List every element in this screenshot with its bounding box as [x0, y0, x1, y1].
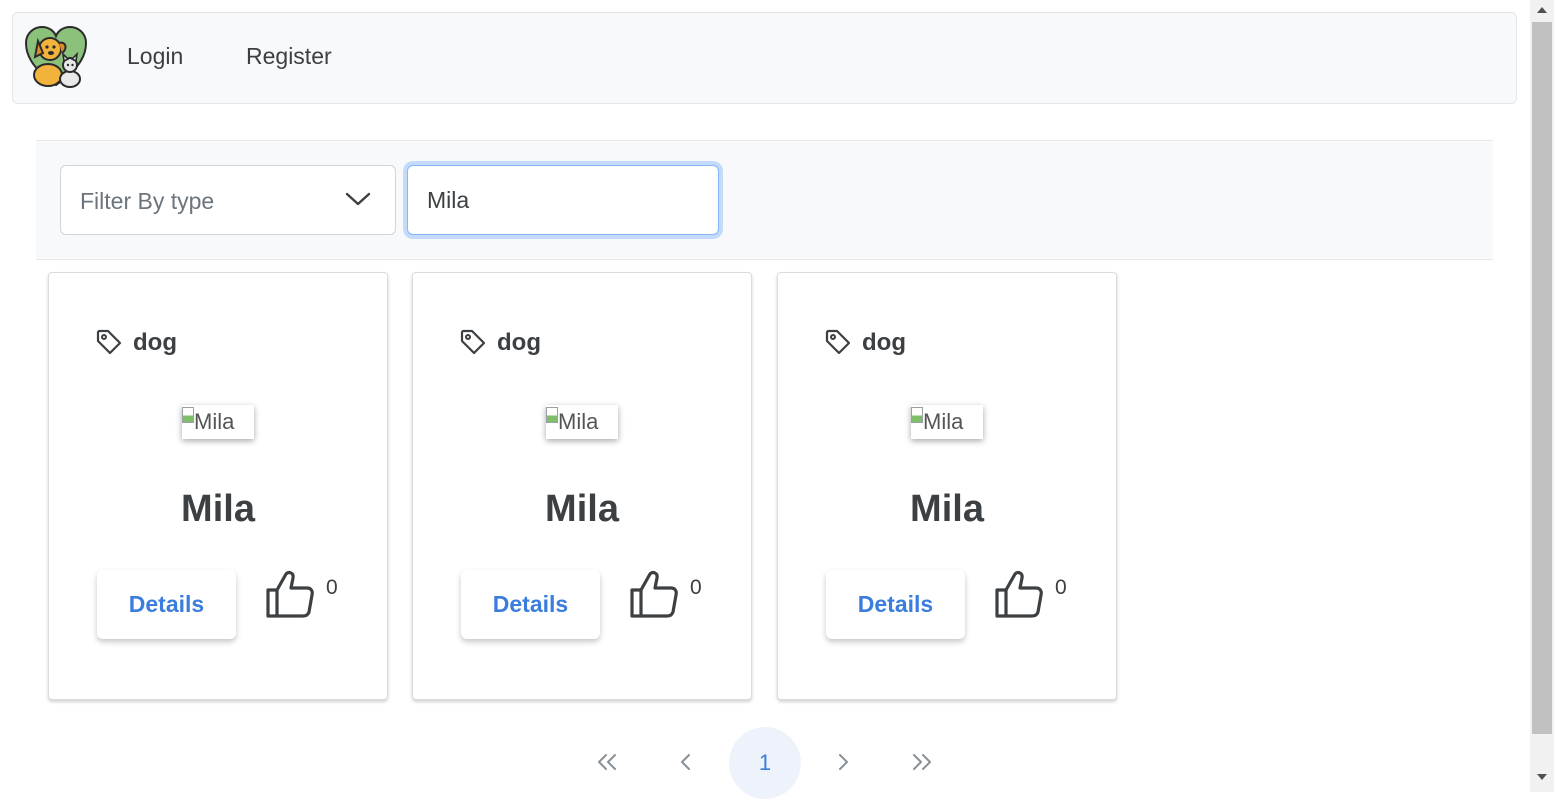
first-page-button[interactable]: [571, 727, 643, 799]
pet-image-alt-text: Mila: [558, 409, 599, 434]
broken-image-icon: [911, 407, 923, 423]
double-chevron-right-icon: [913, 754, 931, 770]
details-button[interactable]: Details: [461, 570, 600, 639]
tag-icon: [96, 329, 122, 355]
scroll-up-arrow-icon[interactable]: [1537, 7, 1547, 13]
search-input[interactable]: [407, 165, 719, 235]
like-count: 0: [326, 576, 338, 599]
pet-image: Mila: [546, 405, 618, 439]
vertical-scrollbar[interactable]: [1530, 0, 1554, 792]
like-count: 0: [1055, 576, 1067, 599]
like-count: 0: [690, 576, 702, 599]
chevron-right-icon: [839, 754, 848, 770]
chevron-down-icon: [345, 192, 371, 206]
dog-cat-logo-icon[interactable]: [24, 25, 88, 89]
page-button-current[interactable]: 1: [729, 727, 801, 799]
thumbs-up-icon[interactable]: [628, 568, 680, 620]
pet-image-alt-text: Mila: [194, 409, 235, 434]
pet-name: Mila: [910, 488, 984, 530]
pet-image: Mila: [182, 405, 254, 439]
pet-image-alt-text: Mila: [923, 409, 964, 434]
next-page-button[interactable]: [807, 727, 879, 799]
register-link[interactable]: Register: [246, 43, 332, 70]
chevron-left-icon: [681, 754, 690, 770]
broken-image-icon: [182, 407, 194, 423]
pagination: 1: [0, 727, 1530, 799]
pet-card: dog Mila Mila Details 0: [48, 272, 388, 700]
filter-bar: Filter By type: [36, 140, 1493, 260]
filter-by-type-placeholder: Filter By type: [80, 188, 215, 214]
pet-card: dog Mila Mila Details 0: [412, 272, 752, 700]
pet-card: dog Mila Mila Details 0: [777, 272, 1117, 700]
navbar: Login Register: [12, 12, 1517, 104]
pet-type-label: dog: [497, 329, 541, 356]
details-button[interactable]: Details: [97, 570, 236, 639]
pet-name: Mila: [545, 488, 619, 530]
double-chevron-left-icon: [598, 754, 616, 770]
broken-image-icon: [546, 407, 558, 423]
tag-icon: [460, 329, 486, 355]
filter-by-type-select[interactable]: Filter By type: [60, 165, 396, 235]
pet-name: Mila: [181, 488, 255, 530]
last-page-button[interactable]: [886, 727, 958, 799]
pet-image: Mila: [911, 405, 983, 439]
details-button[interactable]: Details: [826, 570, 965, 639]
tag-icon: [825, 329, 851, 355]
thumbs-up-icon[interactable]: [264, 568, 316, 620]
scrollbar-thumb[interactable]: [1532, 22, 1552, 734]
previous-page-button[interactable]: [650, 727, 722, 799]
scroll-down-arrow-icon[interactable]: [1537, 774, 1547, 780]
thumbs-up-icon[interactable]: [993, 568, 1045, 620]
pet-type-label: dog: [133, 329, 177, 356]
login-link[interactable]: Login: [127, 43, 183, 70]
pet-type-label: dog: [862, 329, 906, 356]
